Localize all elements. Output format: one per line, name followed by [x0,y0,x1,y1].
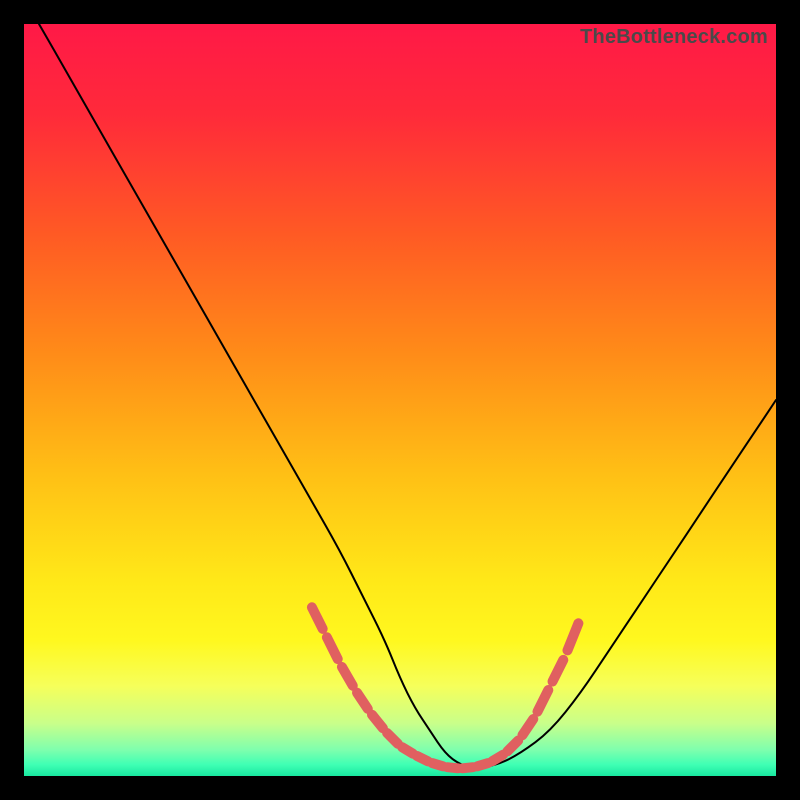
optimal-marker [447,767,458,768]
optimal-marker [477,763,488,766]
chart-svg [24,24,776,776]
watermark-text: TheBottleneck.com [580,26,768,49]
optimal-marker [402,747,413,754]
chart-frame: TheBottleneck.com [24,24,776,776]
optimal-marker [417,756,428,761]
optimal-marker [432,763,443,766]
optimal-marker [462,767,473,768]
chart-background [24,24,776,776]
optimal-marker [492,755,503,762]
